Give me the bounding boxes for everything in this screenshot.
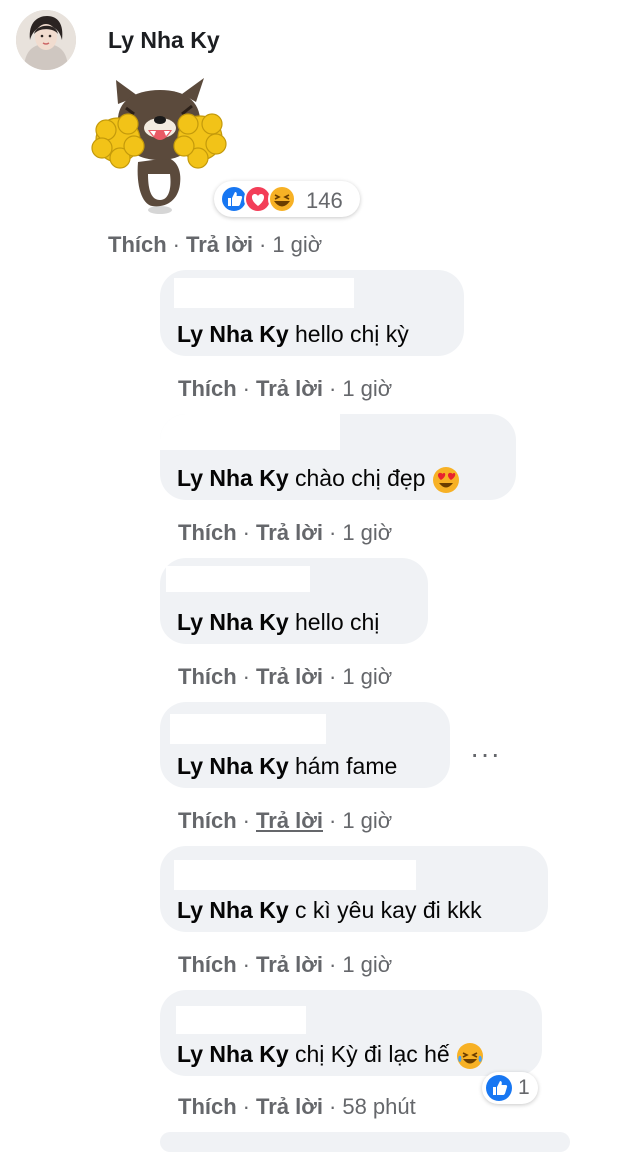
reply-time[interactable]: 1 giờ — [342, 952, 392, 977]
reply-link[interactable]: Trả lời — [256, 1094, 323, 1119]
reply-bubble[interactable]: Ly Nha Ky hám fame — [160, 702, 450, 788]
reply-time[interactable]: 1 giờ — [342, 808, 392, 833]
reply-reaction-count: 1 — [518, 1076, 530, 1099]
reply-message: chị Kỳ đi lạc hế — [295, 1041, 450, 1067]
reply-actions: Thích · Trả lời · 1 giờ — [178, 952, 393, 977]
comment-actions: Thích · Trả lời · 1 giờ — [108, 232, 323, 257]
reply-link[interactable]: Trả lời — [256, 376, 323, 401]
reply-reaction-summary[interactable]: 1 — [482, 1072, 538, 1104]
reply-actions: Thích · Trả lời · 1 giờ — [178, 376, 393, 401]
reply-bubble[interactable]: Ly Nha Ky chị Kỳ đi lạc hế — [160, 990, 542, 1076]
reply-actions: Thích · Trả lời · 1 giờ — [178, 520, 393, 545]
like-link[interactable]: Thích — [178, 952, 237, 977]
reply-text: Ly Nha Ky chị Kỳ đi lạc hế — [177, 1041, 484, 1070]
tears-of-joy-emoji-icon — [457, 1042, 484, 1069]
redacted-name — [174, 860, 416, 890]
reactions-icon — [220, 185, 296, 213]
reply-bubble[interactable]: Ly Nha Ky c kì yêu kay đi kkk — [160, 846, 548, 932]
mention-link[interactable]: Ly Nha Ky — [177, 609, 289, 635]
reaction-summary[interactable]: 146 — [214, 181, 360, 217]
reply-text: Ly Nha Ky chào chị đẹp — [177, 465, 460, 494]
reply-link[interactable]: Trả lời — [256, 952, 323, 977]
like-link[interactable]: Thích — [108, 232, 167, 257]
reply-bubble[interactable]: Ly Nha Ky hello chị — [160, 558, 428, 644]
reply-message: hám fame — [295, 753, 398, 779]
like-link[interactable]: Thích — [178, 520, 237, 545]
reply-message: hello chị — [295, 609, 380, 635]
reply-time[interactable]: 58 phút — [342, 1094, 415, 1119]
mention-link[interactable]: Ly Nha Ky — [177, 1041, 289, 1067]
reply-time[interactable]: 1 giờ — [342, 664, 392, 689]
avatar[interactable] — [16, 10, 76, 70]
like-link[interactable]: Thích — [178, 664, 237, 689]
reply-text: Ly Nha Ky hello chị — [177, 609, 379, 636]
comment-author[interactable]: Ly Nha Ky — [108, 27, 220, 54]
like-link[interactable]: Thích — [178, 808, 237, 833]
comment-time[interactable]: 1 giờ — [272, 232, 322, 257]
mention-link[interactable]: Ly Nha Ky — [177, 897, 289, 923]
redacted-name — [176, 1006, 306, 1034]
redacted-name — [170, 714, 326, 744]
reply-message: chào chị đẹp — [295, 465, 426, 491]
reply-actions: Thích · Trả lời · 58 phút — [178, 1094, 416, 1119]
like-icon — [486, 1075, 512, 1101]
reply-message: c kì yêu kay đi kkk — [295, 897, 482, 923]
reply-time[interactable]: 1 giờ — [342, 376, 392, 401]
reply-link[interactable]: Trả lời — [256, 664, 323, 689]
reply-link[interactable]: Trả lời — [256, 520, 323, 545]
reply-bubble[interactable]: Ly Nha Ky chào chị đẹp — [160, 414, 516, 500]
mention-link[interactable]: Ly Nha Ky — [177, 465, 289, 491]
like-link[interactable]: Thích — [178, 1094, 237, 1119]
redacted-name — [160, 414, 340, 450]
reply-text: Ly Nha Ky hám fame — [177, 753, 397, 780]
reply-text: Ly Nha Ky hello chị kỳ — [177, 321, 409, 348]
reply-link[interactable]: Trả lời — [186, 232, 253, 257]
heart-eyes-emoji-icon — [432, 466, 459, 493]
reply-bubble[interactable]: Ly Nha Ky hello chị kỳ — [160, 270, 464, 356]
reply-actions: Thích · Trả lời · 1 giờ — [178, 664, 393, 689]
reaction-count: 146 — [306, 188, 343, 213]
reply-link[interactable]: Trả lời — [256, 808, 323, 833]
reply-message: hello chị kỳ — [295, 321, 409, 347]
reply-actions: Thích · Trả lời · 1 giờ — [178, 808, 393, 833]
reply-text: Ly Nha Ky c kì yêu kay đi kkk — [177, 897, 482, 924]
like-link[interactable]: Thích — [178, 376, 237, 401]
reply-bubble-partial — [160, 1132, 570, 1152]
mention-link[interactable]: Ly Nha Ky — [177, 321, 289, 347]
mention-link[interactable]: Ly Nha Ky — [177, 753, 289, 779]
cheer-dog-sticker — [88, 74, 228, 216]
profile-photo — [16, 10, 76, 70]
more-options-icon[interactable]: ··· — [470, 738, 501, 770]
redacted-name — [166, 566, 310, 592]
redacted-name — [174, 278, 354, 308]
reply-time[interactable]: 1 giờ — [342, 520, 392, 545]
